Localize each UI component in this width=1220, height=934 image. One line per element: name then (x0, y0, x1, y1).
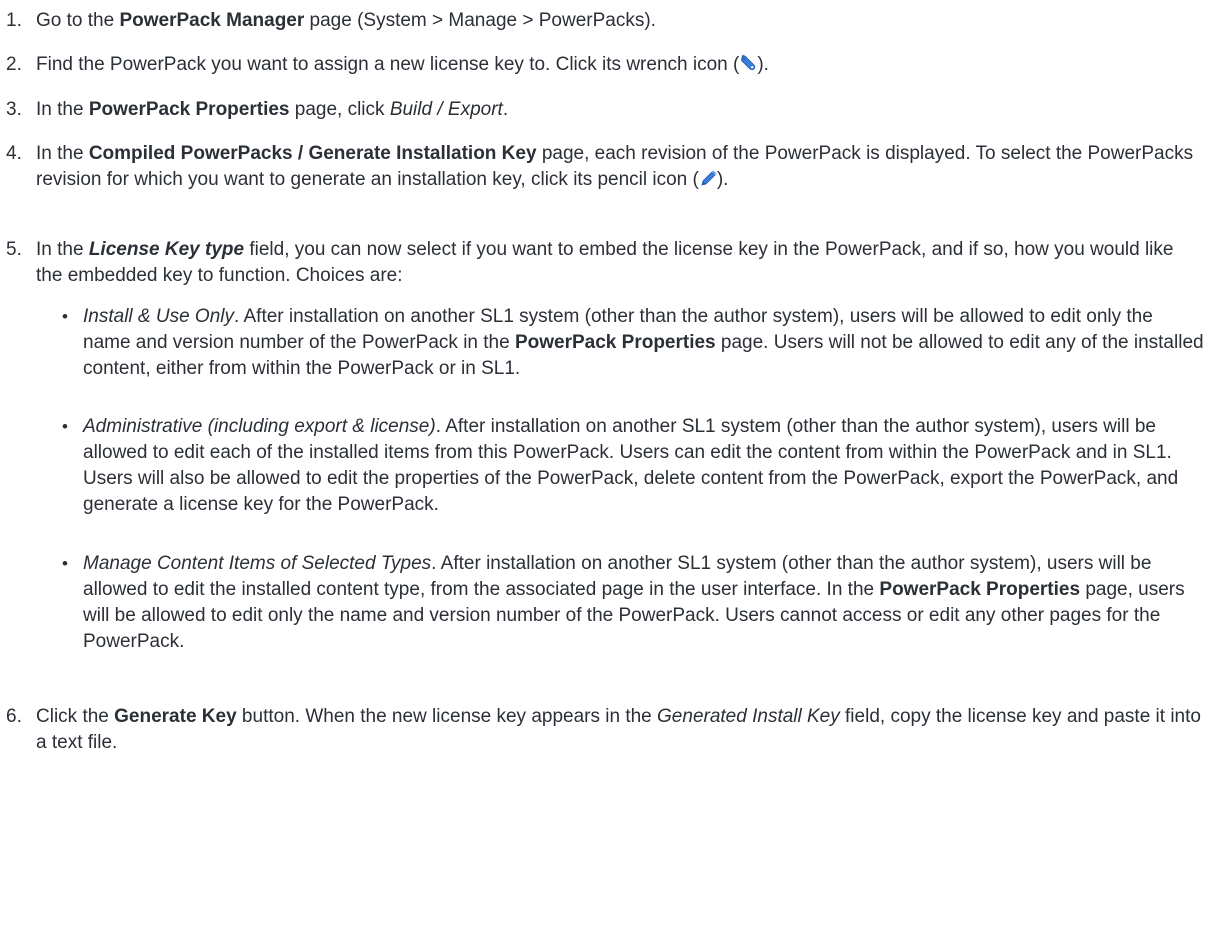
step-6: 6. Click the Generate Key button. When t… (0, 704, 1204, 756)
wrench-icon (739, 53, 757, 73)
step-number: 5. (6, 239, 22, 260)
text-run: . (502, 99, 509, 120)
step-number: 2. (6, 54, 22, 75)
step-text: Click the Generate Key button. When the … (36, 704, 1204, 756)
text-run: page, click (289, 99, 390, 120)
page-name-powerpack-properties: PowerPack Properties (88, 99, 290, 120)
step-3: 3. In the PowerPack Properties page, cli… (0, 97, 1204, 123)
choice-name: Administrative (including export & licen… (83, 416, 436, 437)
text-run: Click the (36, 706, 115, 727)
text-run: In the (36, 143, 89, 164)
text-run: Go to the (36, 10, 120, 31)
choice-text: Install & Use Only. After installation o… (83, 304, 1204, 382)
instruction-document: 1. Go to the PowerPack Manager page (Sys… (0, 0, 1220, 934)
bullet-dot: • (62, 307, 68, 326)
step-1: 1. Go to the PowerPack Manager page (Sys… (0, 8, 1204, 34)
page-name-powerpack-manager: PowerPack Manager (119, 10, 305, 31)
step-text: In the Compiled PowerPacks / Generate In… (36, 141, 1204, 193)
field-name-generated-install-key: Generated Install Key (657, 706, 840, 727)
step-4: 4. In the Compiled PowerPacks / Generate… (0, 141, 1204, 193)
bullet-dot: • (62, 554, 68, 573)
step-text: In the License Key type field, you can n… (36, 237, 1204, 289)
step-number: 3. (6, 99, 22, 120)
choice-text: Administrative (including export & licen… (83, 414, 1204, 518)
choice-administrative: • Administrative (including export & lic… (0, 414, 1204, 518)
choice-text: Manage Content Items of Selected Types. … (83, 551, 1204, 655)
step-number: 1. (6, 10, 22, 31)
text-run: Find the PowerPack you want to assign a … (36, 54, 740, 75)
page-name-powerpack-properties: PowerPack Properties (514, 332, 716, 353)
page-name-powerpack-properties: PowerPack Properties (879, 579, 1081, 600)
text-run: ). (716, 169, 729, 190)
step-text: Go to the PowerPack Manager page (System… (36, 8, 1204, 34)
choice-name: Manage Content Items of Selected Types (83, 553, 432, 574)
bullet-dot: • (62, 417, 68, 436)
pencil-icon (699, 168, 717, 188)
choice-name: Install & Use Only (83, 306, 234, 327)
choice-manage-content-items: • Manage Content Items of Selected Types… (0, 551, 1204, 655)
field-name-license-key-type: License Key type (88, 239, 245, 260)
step-2: 2. Find the PowerPack you want to assign… (0, 52, 1204, 78)
text-run: ). (757, 54, 769, 75)
step-text: Find the PowerPack you want to assign a … (36, 52, 1204, 78)
page-name-compiled-powerpacks: Compiled PowerPacks / Generate Installat… (88, 143, 537, 164)
button-name-generate-key: Generate Key (114, 706, 237, 727)
step-text: In the PowerPack Properties page, click … (36, 97, 1204, 123)
step-number: 6. (6, 706, 22, 727)
choice-install-use-only: • Install & Use Only. After installation… (0, 304, 1204, 382)
step-5: 5. In the License Key type field, you ca… (0, 237, 1204, 289)
text-run: In the (36, 99, 89, 120)
step-number: 4. (6, 143, 22, 164)
text-run: page (System > Manage > PowerPacks). (304, 10, 656, 31)
text-run: In the (36, 239, 89, 260)
text-run: button. When the new license key appears… (236, 706, 658, 727)
button-name-build-export: Build / Export (389, 99, 503, 120)
